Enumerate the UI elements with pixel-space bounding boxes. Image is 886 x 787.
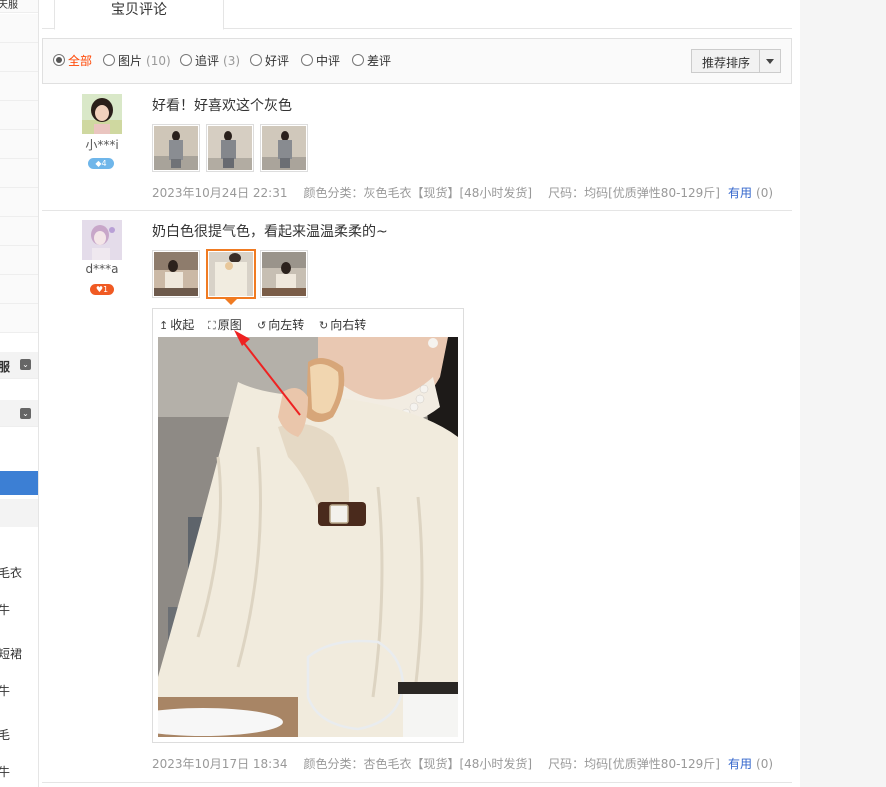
- viewer-toolbar: ↥ 收起 ⛶ 原图 ↺ 向左转 ↻ 向右转: [153, 309, 463, 335]
- review-date: 2023年10月17日 18:34: [152, 757, 288, 771]
- sidebar-row[interactable]: [0, 304, 38, 333]
- sidebar-row[interactable]: [0, 159, 38, 188]
- chevron-down-icon[interactable]: ⌄: [20, 359, 31, 370]
- radio-icon[interactable]: [250, 54, 262, 66]
- useful-label[interactable]: 有用: [728, 186, 752, 200]
- review-text: 好看！好喜欢这个灰色: [152, 98, 292, 114]
- username: d***a: [85, 262, 119, 276]
- sidebar-category[interactable]: 服 ⌄: [0, 352, 38, 379]
- radio-icon[interactable]: [301, 54, 313, 66]
- filter-positive[interactable]: 好评: [250, 52, 289, 69]
- left-sidebar: 天服 服 ⌄ ⌄ 毛衣 牛 短裙 牛 毛 牛: [0, 0, 39, 787]
- sidebar-row[interactable]: [0, 43, 38, 72]
- sidebar-item-label[interactable]: 牛: [0, 682, 10, 699]
- sidebar-item-label: 天服: [0, 0, 18, 11]
- expand-icon: ⛶: [208, 319, 216, 332]
- diamond-icon: ◆4: [88, 158, 114, 169]
- arrow-up-icon: ↥: [159, 319, 169, 332]
- radio-icon[interactable]: [180, 54, 192, 66]
- review-meta: 2023年10月24日 22:31 颜色分类：灰色毛衣【现货】[48小时发货] 尺码…: [152, 184, 736, 201]
- review-filter-bar: 全部 图片 (10) 追评 (3) 好评 中评 差评 推荐排序: [42, 38, 792, 84]
- filter-neutral[interactable]: 中评: [301, 52, 340, 69]
- tab-reviews[interactable]: 宝贝评论: [54, 0, 224, 30]
- sidebar-row[interactable]: [0, 101, 38, 130]
- review-thumbnail[interactable]: [152, 124, 200, 172]
- sidebar-item-label[interactable]: 毛衣: [0, 564, 22, 581]
- reviews-panel: 宝贝评论 全部 图片 (10) 追评 (3) 好评 中评 差评 推荐排序 小**…: [42, 0, 792, 787]
- useful-count: (0): [756, 186, 774, 200]
- chevron-down-icon[interactable]: [766, 59, 774, 64]
- review-thumbnail[interactable]: [152, 250, 200, 298]
- sidebar-active-bar[interactable]: [0, 471, 38, 495]
- size-spec: 尺码：均码[优质弹性80-129斤]: [548, 186, 720, 200]
- review-meta: 2023年10月17日 18:34 颜色分类：杏色毛衣【现货】[48小时发货] 尺码…: [152, 755, 736, 772]
- review-thumbnail[interactable]: [260, 124, 308, 172]
- sidebar-row[interactable]: 天服: [0, 0, 38, 13]
- sort-divider: [759, 50, 760, 72]
- sidebar-category-label: 服: [0, 358, 10, 375]
- filter-negative[interactable]: 差评: [352, 52, 391, 69]
- sidebar-row[interactable]: [0, 14, 38, 43]
- rotate-right-icon: ↻: [319, 319, 329, 332]
- rotate-left-button[interactable]: ↺ 向左转: [257, 316, 304, 333]
- review-thumbnail[interactable]: [260, 250, 308, 298]
- size-spec: 尺码：均码[优质弹性80-129斤]: [548, 757, 720, 771]
- review-date: 2023年10月24日 22:31: [152, 186, 288, 200]
- filter-images[interactable]: 图片 (10): [103, 52, 171, 69]
- sidebar-item-label[interactable]: 短裙: [0, 645, 22, 662]
- sidebar-item-label[interactable]: 牛: [0, 601, 10, 618]
- rotate-left-label: 向左转: [268, 318, 305, 332]
- radio-icon[interactable]: [53, 54, 65, 66]
- avatar[interactable]: [82, 220, 122, 260]
- radio-icon[interactable]: [103, 54, 115, 66]
- review-item: d***a ♥1 奶白色很提气色，看起来温温柔柔的~ ↥ 收起 ⛶ 原图 ↺ 向左转 …: [42, 212, 792, 783]
- sidebar-row[interactable]: [0, 246, 38, 275]
- sidebar-item-label[interactable]: 牛: [0, 763, 10, 780]
- sidebar-row[interactable]: [0, 275, 38, 304]
- vip-level: 4: [101, 159, 107, 168]
- right-gutter: [800, 0, 886, 787]
- vip-level: 1: [103, 285, 109, 294]
- username: 小***i: [85, 138, 119, 152]
- useful-label[interactable]: 有用: [728, 757, 752, 771]
- rotate-right-label: 向右转: [330, 318, 367, 332]
- sort-dropdown[interactable]: 推荐排序: [691, 49, 781, 73]
- review-item: 小***i ◆4 好看！好喜欢这个灰色 2023年10月24日 22:31 颜色分…: [42, 86, 792, 211]
- heart-icon: ♥1: [90, 284, 114, 295]
- sidebar-row[interactable]: [0, 188, 38, 217]
- review-thumbnail-selected[interactable]: [206, 249, 256, 305]
- tab-bar: 宝贝评论: [42, 0, 792, 30]
- sidebar-category[interactable]: ⌄: [0, 400, 38, 427]
- review-thumbnail[interactable]: [206, 124, 254, 172]
- useful-button[interactable]: 有用 (0): [728, 184, 773, 201]
- rotate-right-button[interactable]: ↻ 向右转: [319, 316, 366, 333]
- useful-button[interactable]: 有用 (0): [728, 755, 773, 772]
- color-spec: 颜色分类：杏色毛衣【现货】[48小时发货]: [303, 757, 533, 771]
- collapse-button[interactable]: ↥ 收起: [159, 316, 194, 333]
- collapse-label: 收起: [170, 318, 195, 332]
- filter-followup[interactable]: 追评 (3): [180, 52, 240, 69]
- filter-all[interactable]: 全部: [53, 52, 92, 69]
- sidebar-row[interactable]: [0, 130, 38, 159]
- image-viewer: ↥ 收起 ⛶ 原图 ↺ 向左转 ↻ 向右转: [152, 308, 464, 743]
- chevron-down-icon[interactable]: ⌄: [20, 408, 31, 419]
- original-image-button[interactable]: ⛶ 原图: [208, 316, 242, 333]
- sidebar-row[interactable]: [0, 217, 38, 246]
- sidebar-item-label[interactable]: 毛: [0, 726, 10, 743]
- original-label: 原图: [217, 318, 242, 332]
- color-spec: 颜色分类：灰色毛衣【现货】[48小时发货]: [303, 186, 533, 200]
- sidebar-row[interactable]: [0, 72, 38, 101]
- sort-label: 推荐排序: [702, 56, 751, 70]
- radio-icon[interactable]: [352, 54, 364, 66]
- sidebar-row[interactable]: [0, 499, 38, 527]
- useful-count: (0): [756, 757, 774, 771]
- review-text: 奶白色很提气色，看起来温温柔柔的~: [152, 224, 388, 240]
- rotate-left-icon: ↺: [257, 319, 267, 332]
- avatar[interactable]: [82, 94, 122, 134]
- review-photo-large[interactable]: [158, 337, 458, 737]
